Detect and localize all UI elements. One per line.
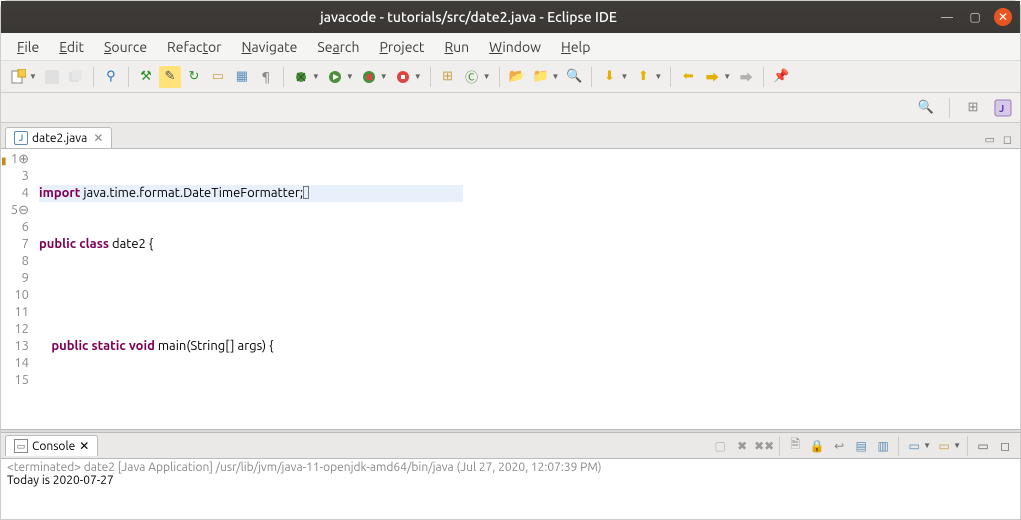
debug-icon[interactable]	[290, 66, 312, 88]
menu-refactor[interactable]: Refactor	[157, 37, 231, 57]
save-all-icon[interactable]	[65, 66, 87, 88]
pin-icon[interactable]: 📌	[770, 66, 792, 88]
toggle-icon[interactable]: ▦	[231, 66, 253, 88]
close-button[interactable]: ✕	[994, 8, 1012, 26]
display-dropdown-icon[interactable]: ▼	[923, 441, 931, 450]
editor-tab-row: J date2.java ✕ ▭ ◻	[1, 123, 1020, 149]
close-tab-icon[interactable]: ✕	[93, 131, 103, 145]
prev-ann-dropdown-icon[interactable]: ▼	[654, 72, 662, 81]
console-terminated-line: <terminated> date2 [Java Application] /u…	[7, 461, 1014, 474]
console-output-line: Today is 2020-07-27	[7, 474, 1014, 487]
paragraph-icon[interactable]: ¶	[255, 66, 277, 88]
code-area[interactable]: import java.time.format.DateTimeFormatte…	[35, 149, 467, 429]
console-tab-label: Console	[32, 440, 75, 453]
coverage-dropdown-icon[interactable]: ▼	[380, 72, 388, 81]
menu-run[interactable]: Run	[434, 37, 479, 57]
clear-console-icon[interactable]: 🗎	[785, 436, 805, 456]
open-console-dropdown-icon[interactable]: ▼	[953, 441, 961, 450]
menu-window[interactable]: Window	[479, 37, 551, 57]
editor-tab-date2[interactable]: J date2.java ✕	[5, 127, 112, 148]
minimize-button[interactable]: —	[938, 8, 956, 26]
menu-search[interactable]: Search	[307, 37, 369, 57]
next-annotation-icon[interactable]: ⬇	[598, 66, 620, 88]
new-dropdown-icon[interactable]: ▼	[29, 72, 37, 81]
editor-tab-label: date2.java	[32, 132, 87, 145]
menu-file[interactable]: File	[7, 37, 49, 57]
last-edit-icon[interactable]: ⮕	[735, 66, 757, 88]
open-perspective-icon[interactable]: ⊞	[962, 97, 984, 119]
perspective-toolbar: 🔍 ⊞ J	[1, 93, 1020, 123]
prev-annotation-icon[interactable]: ⬆	[632, 66, 654, 88]
pin-console-icon[interactable]: ▥	[873, 436, 893, 456]
back-dropdown-icon[interactable]: ▼	[723, 72, 731, 81]
run-icon[interactable]	[324, 66, 346, 88]
svg-text:J: J	[999, 103, 1004, 114]
line-gutter: ▮1⊕ 3 4 5⊖ 6 7 8 9 10 11 12 13 14 15	[1, 149, 35, 429]
console-output[interactable]: <terminated> date2 [Java Application] /u…	[1, 459, 1020, 519]
wand-icon[interactable]: ⚲	[100, 66, 122, 88]
open-console-icon[interactable]: ▭	[934, 436, 954, 456]
maximize-view-icon[interactable]: ◻	[999, 131, 1016, 148]
package-icon[interactable]: ▭	[207, 66, 229, 88]
console-icon: ▭	[14, 439, 28, 453]
new-class-dropdown-icon[interactable]: ▼	[483, 72, 491, 81]
scroll-lock-icon[interactable]: 🔒	[807, 436, 827, 456]
search-icon[interactable]: 🔍	[915, 97, 937, 119]
coverage-icon[interactable]	[358, 66, 380, 88]
menu-navigate[interactable]: Navigate	[231, 37, 307, 57]
window-titlebar: javacode - tutorials/src/date2.java - Ec…	[1, 1, 1020, 33]
build-icon[interactable]: ⚒	[135, 66, 157, 88]
new-icon[interactable]	[7, 66, 29, 88]
minimize-view-icon[interactable]: ▭	[980, 131, 998, 148]
console-header: ▭ Console ✕ ▢ ✖ ✖✖ 🗎 🔒 ↩ ▤ ▥ ▭ ▼ ▭ ▼ ▭ ◻	[1, 433, 1020, 459]
menu-project[interactable]: Project	[369, 37, 434, 57]
menu-source[interactable]: Source	[94, 37, 157, 57]
open-task-dropdown-icon[interactable]: ▼	[552, 72, 560, 81]
close-console-icon[interactable]: ✕	[79, 439, 89, 453]
java-perspective-icon[interactable]: J	[992, 97, 1014, 119]
code-editor[interactable]: ▮1⊕ 3 4 5⊖ 6 7 8 9 10 11 12 13 14 15 imp…	[1, 149, 1020, 429]
external-dropdown-icon[interactable]: ▼	[414, 72, 422, 81]
maximize-console-icon[interactable]: ◻	[995, 436, 1015, 456]
menu-help[interactable]: Help	[551, 37, 600, 57]
remove-all-icon[interactable]: ✖✖	[754, 436, 774, 456]
next-ann-dropdown-icon[interactable]: ▼	[620, 72, 628, 81]
window-title: javacode - tutorials/src/date2.java - Ec…	[9, 9, 928, 25]
external-tools-icon[interactable]	[392, 66, 414, 88]
highlight-icon[interactable]: ✎	[159, 66, 181, 88]
maximize-button[interactable]: ▢	[966, 8, 984, 26]
menu-edit[interactable]: Edit	[49, 37, 94, 57]
minimize-console-icon[interactable]: ▭	[973, 436, 993, 456]
menu-bar: File Edit Source Refactor Navigate Searc…	[1, 33, 1020, 61]
search-open-icon[interactable]: 🔍	[563, 66, 585, 88]
save-icon[interactable]	[41, 66, 63, 88]
run-dropdown-icon[interactable]: ▼	[346, 72, 354, 81]
word-wrap-icon[interactable]: ↩	[829, 436, 849, 456]
show-console-icon[interactable]: ▤	[851, 436, 871, 456]
forward-icon[interactable]: ⮕	[701, 66, 723, 88]
console-tab[interactable]: ▭ Console ✕	[5, 435, 98, 456]
refresh-icon[interactable]: ↻	[183, 66, 205, 88]
java-file-icon: J	[14, 131, 28, 145]
debug-dropdown-icon[interactable]: ▼	[312, 72, 320, 81]
new-class-icon[interactable]: Ⓒ	[461, 66, 483, 88]
new-package-icon[interactable]: ⊞	[437, 66, 459, 88]
remove-launch-icon[interactable]: ✖	[732, 436, 752, 456]
open-task-icon[interactable]: 📁	[530, 66, 552, 88]
back-icon[interactable]: ⬅	[677, 66, 699, 88]
terminate-icon[interactable]: ▢	[710, 436, 730, 456]
display-select-icon[interactable]: ▭	[904, 436, 924, 456]
open-type-icon[interactable]: 📂	[506, 66, 528, 88]
main-toolbar: ▼ ⚲ ⚒ ✎ ↻ ▭ ▦ ¶ ▼ ▼ ▼ ▼ ⊞ Ⓒ ▼ 📂 📁 ▼ 🔍 ⬇ …	[1, 61, 1020, 93]
